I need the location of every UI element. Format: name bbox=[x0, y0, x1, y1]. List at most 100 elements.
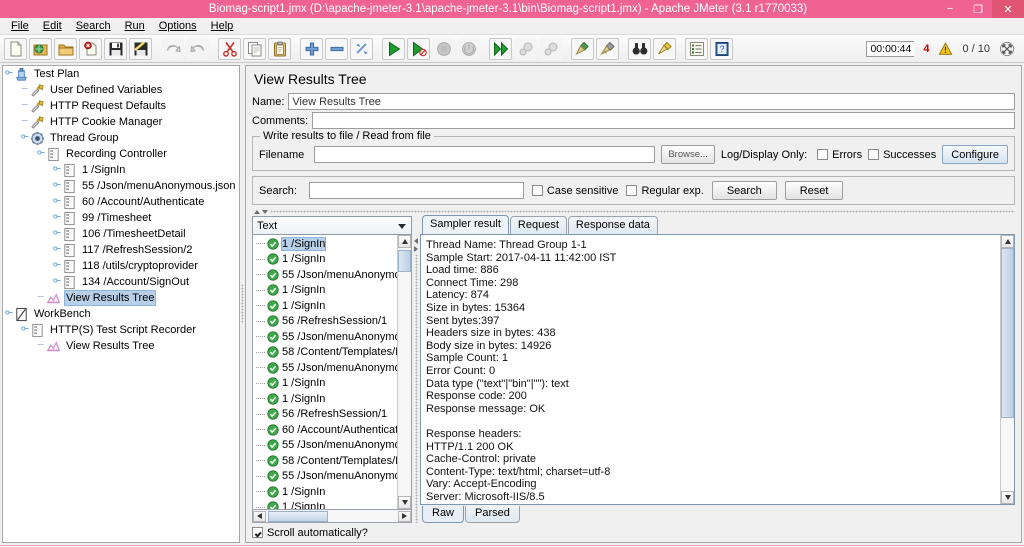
regular-exp-checkbox[interactable] bbox=[626, 185, 638, 196]
tree-item-thread-group[interactable]: Thread Group bbox=[3, 130, 239, 146]
successes-checkbox[interactable] bbox=[868, 149, 880, 160]
detail-scroll-thumb[interactable] bbox=[1001, 248, 1014, 418]
new-button[interactable] bbox=[4, 37, 27, 60]
result-row[interactable]: 1 /SignIn bbox=[253, 500, 397, 509]
close-document-button[interactable] bbox=[79, 37, 102, 60]
search-submit-button[interactable]: Search bbox=[711, 181, 777, 200]
results-scroll-up-button[interactable] bbox=[398, 235, 411, 248]
tree-item-118-utils-cryptoprovider[interactable]: 118 /utils/cryptoprovider bbox=[3, 258, 239, 274]
search-input[interactable] bbox=[308, 182, 524, 199]
tab-sampler-result[interactable]: Sampler result bbox=[422, 215, 509, 234]
case-sensitive-wrap[interactable]: Case sensitive bbox=[531, 185, 618, 197]
tree-item-user-defined-variables[interactable]: User Defined Variables bbox=[3, 82, 239, 98]
templates-button[interactable] bbox=[29, 37, 52, 60]
results-hscroll-left-button[interactable] bbox=[253, 510, 266, 522]
undo-button[interactable] bbox=[161, 37, 184, 60]
result-row[interactable]: 55 /Json/menuAnonymou bbox=[253, 438, 397, 454]
divider-right-arrow-icon[interactable] bbox=[414, 246, 418, 252]
tree-expand-handle[interactable] bbox=[21, 129, 30, 147]
results-tree[interactable]: 1 /SignIn 1 /SignIn 55 /Json/menuAnonymou 1… bbox=[252, 235, 412, 510]
result-row[interactable]: 55 /Json/menuAnonymou bbox=[253, 469, 397, 485]
detail-vscrollbar[interactable] bbox=[1000, 235, 1014, 504]
divider-left-arrow-icon[interactable] bbox=[414, 238, 418, 244]
open-button[interactable] bbox=[54, 37, 77, 60]
tree-item-view-results-tree[interactable]: View Results Tree bbox=[3, 290, 239, 306]
results-hscroll-track[interactable] bbox=[266, 510, 398, 522]
results-scroll-track[interactable] bbox=[398, 248, 411, 496]
detail-scroll-down-button[interactable] bbox=[1001, 491, 1014, 504]
results-hscroll-thumb[interactable] bbox=[268, 510, 328, 522]
result-row[interactable]: 56 /RefreshSession/1 bbox=[253, 407, 397, 423]
tab-parsed[interactable]: Parsed bbox=[465, 506, 520, 523]
tree-item-99-timesheet[interactable]: 99 /Timesheet bbox=[3, 210, 239, 226]
start-button[interactable] bbox=[382, 37, 405, 60]
result-row[interactable]: 58 /Content/Templates/M bbox=[253, 345, 397, 361]
tree-item-workbench[interactable]: WorkBench bbox=[3, 306, 239, 322]
errors-checkbox-wrap[interactable]: Errors bbox=[817, 149, 862, 161]
split-collapse-down-icon[interactable] bbox=[262, 209, 268, 214]
result-row[interactable]: 1 /SignIn bbox=[253, 484, 397, 500]
clear-button[interactable] bbox=[571, 37, 594, 60]
scroll-automatically-checkbox[interactable] bbox=[252, 527, 263, 538]
search-button[interactable] bbox=[628, 37, 651, 60]
result-row[interactable]: 1 /SignIn bbox=[253, 283, 397, 299]
tab-raw[interactable]: Raw bbox=[422, 506, 465, 523]
filename-input[interactable] bbox=[314, 146, 656, 163]
save-button[interactable] bbox=[104, 37, 127, 60]
result-row[interactable]: 55 /Json/menuAnonymou bbox=[253, 267, 397, 283]
successes-checkbox-wrap[interactable]: Successes bbox=[868, 149, 936, 161]
tree-item-http-s-test-script-recorder[interactable]: HTTP(S) Test Script Recorder bbox=[3, 322, 239, 338]
results-split-strip[interactable] bbox=[252, 207, 1015, 216]
result-row[interactable]: 58 /Content/Templates/M bbox=[253, 453, 397, 469]
cut-button[interactable] bbox=[218, 37, 241, 60]
tree-expand-handle[interactable] bbox=[5, 66, 14, 83]
search-reset-button-panel[interactable]: Reset bbox=[784, 181, 844, 200]
menu-file[interactable]: File bbox=[4, 19, 36, 33]
result-row[interactable]: 55 /Json/menuAnonymou bbox=[253, 360, 397, 376]
menu-options[interactable]: Options bbox=[152, 19, 204, 33]
split-collapse-up-icon[interactable] bbox=[254, 209, 260, 214]
minimize-button[interactable]: − bbox=[936, 0, 964, 18]
result-row[interactable]: 1 /SignIn bbox=[253, 236, 397, 252]
warning-triangle-icon[interactable] bbox=[938, 41, 953, 56]
tree-item-60-account-authenticate[interactable]: 60 /Account/Authenticate bbox=[3, 194, 239, 210]
menu-search[interactable]: Search bbox=[69, 19, 118, 33]
close-button[interactable]: ✕ bbox=[992, 0, 1024, 18]
save-as-button[interactable] bbox=[129, 37, 152, 60]
tree-item-1-signin[interactable]: 1 /SignIn bbox=[3, 162, 239, 178]
result-row[interactable]: 1 /SignIn bbox=[253, 376, 397, 392]
tree-item-134-account-signout[interactable]: 134 /Account/SignOut bbox=[3, 274, 239, 290]
clear-all-button[interactable] bbox=[596, 37, 619, 60]
start-no-pauses-button[interactable] bbox=[407, 37, 430, 60]
menu-help[interactable]: Help bbox=[204, 19, 241, 33]
regular-exp-wrap[interactable]: Regular exp. bbox=[626, 185, 704, 197]
result-row[interactable]: 1 /SignIn bbox=[253, 298, 397, 314]
result-row[interactable]: 1 /SignIn bbox=[253, 252, 397, 268]
tree-expand-handle[interactable] bbox=[21, 321, 30, 339]
result-row[interactable]: 56 /RefreshSession/1 bbox=[253, 314, 397, 330]
tree-item-106-timesheetdetail[interactable]: 106 /TimesheetDetail bbox=[3, 226, 239, 242]
results-hscroll-right-button[interactable] bbox=[398, 510, 411, 522]
result-row[interactable]: 60 /Account/Authenticate bbox=[253, 422, 397, 438]
tree-item-http-request-defaults[interactable]: HTTP Request Defaults bbox=[3, 98, 239, 114]
copy-button[interactable] bbox=[243, 37, 266, 60]
menu-edit[interactable]: Edit bbox=[36, 19, 69, 33]
browse-button[interactable]: Browse... bbox=[661, 145, 715, 164]
redo-button[interactable] bbox=[186, 37, 209, 60]
tree-expand-handle[interactable] bbox=[5, 305, 14, 323]
test-plan-tree[interactable]: Test Plan User Defined Variables HTTP Requ… bbox=[2, 65, 240, 543]
paste-button[interactable] bbox=[268, 37, 291, 60]
tree-item-117-refreshsession-2[interactable]: 117 /RefreshSession/2 bbox=[3, 242, 239, 258]
results-vscrollbar[interactable] bbox=[397, 235, 411, 509]
toggle-button[interactable] bbox=[350, 37, 373, 60]
comments-input[interactable] bbox=[312, 112, 1015, 129]
expand-all-button[interactable] bbox=[300, 37, 323, 60]
start-remote-button[interactable] bbox=[489, 37, 512, 60]
tree-expand-handle[interactable] bbox=[53, 273, 62, 291]
result-row[interactable]: 1 /SignIn bbox=[253, 391, 397, 407]
name-input[interactable]: View Results Tree bbox=[288, 93, 1015, 110]
result-row[interactable]: 55 /Json/menuAnonymou bbox=[253, 329, 397, 345]
results-center-divider[interactable] bbox=[412, 216, 420, 523]
help-button[interactable]: ? bbox=[710, 37, 733, 60]
menu-run[interactable]: Run bbox=[118, 19, 152, 33]
